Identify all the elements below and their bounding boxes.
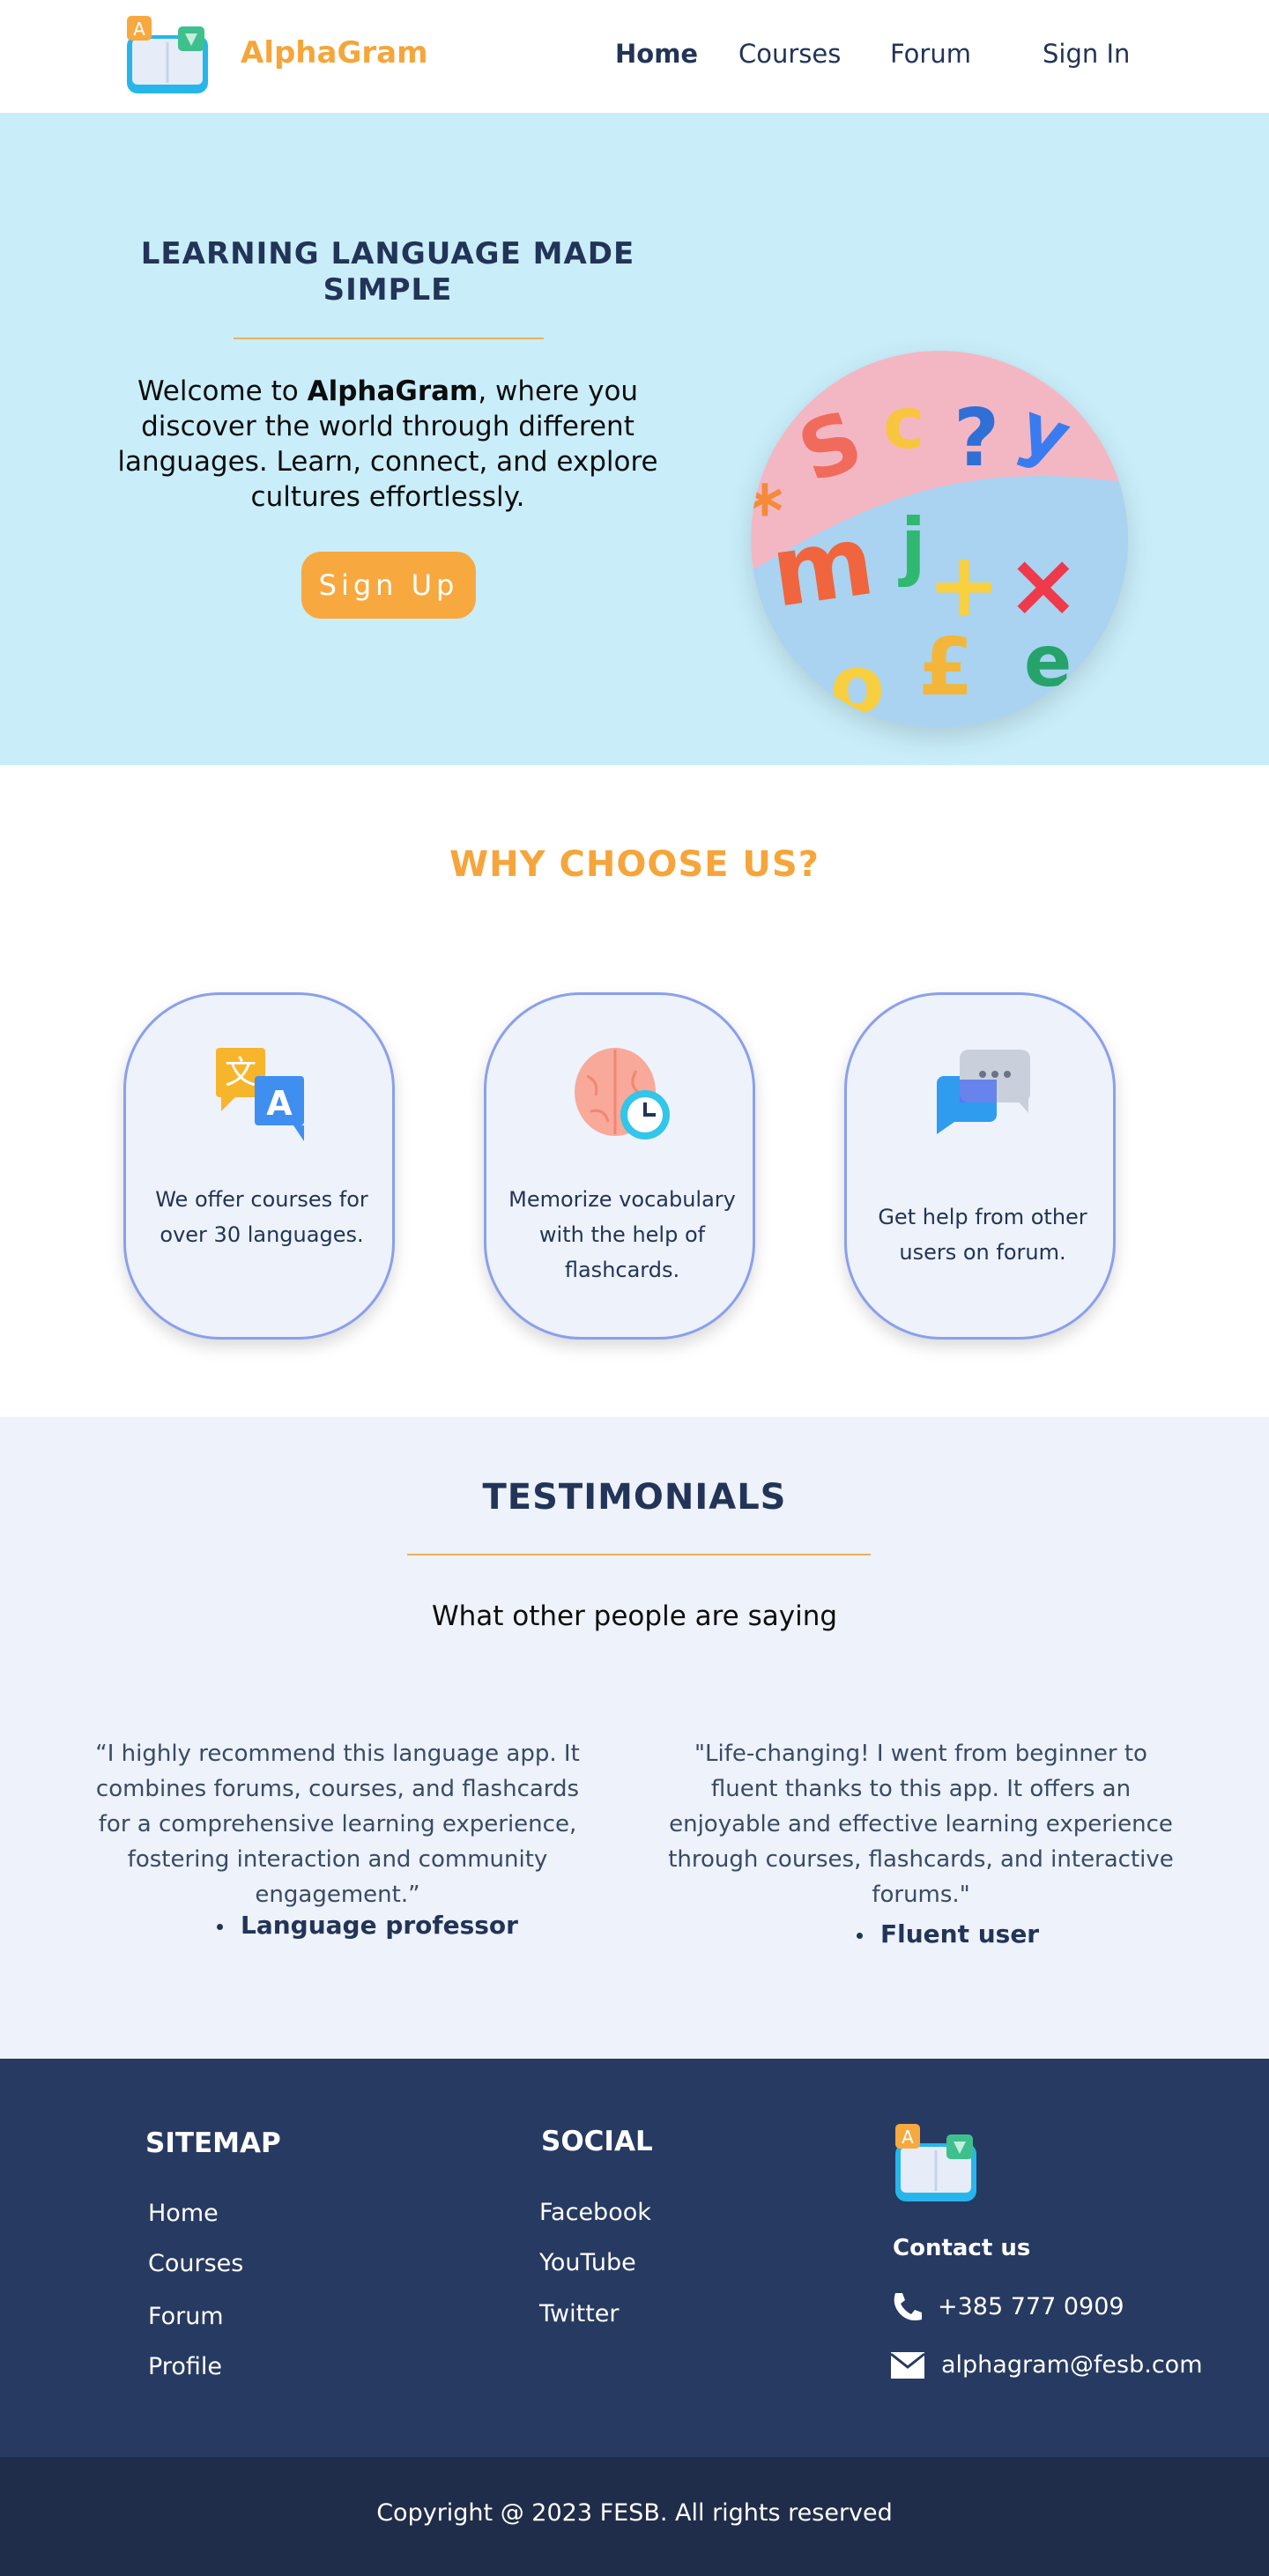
contact-email[interactable]: alphagram@fesb.com — [941, 2351, 1203, 2379]
footer-link-forum[interactable]: Forum — [148, 2303, 224, 2330]
alphagram-logo-icon: A — [895, 2124, 976, 2201]
brain-clock-icon — [575, 1048, 670, 1140]
testimonial-author: Fluent user — [857, 1919, 1039, 1949]
hero-letters-image: S c ? y m j + × £ o e * — [751, 351, 1128, 728]
copyright-text: Copyright @ 2023 FESB. All rights reserv… — [376, 2499, 893, 2527]
hero-title: LEARNING LANGUAGE MADE SIMPLE — [140, 236, 635, 308]
contact-phone[interactable]: +385 777 0909 — [938, 2293, 1124, 2320]
feature-card-text: We offer courses for over 30 languages. — [155, 1187, 368, 1247]
svg-text:£: £ — [918, 621, 974, 714]
svg-text:A: A — [133, 19, 145, 40]
footer-link-twitter[interactable]: Twitter — [539, 2300, 620, 2327]
footer-link-courses[interactable]: Courses — [148, 2250, 243, 2277]
feature-card-text: Memorize vocabulary with the help of fla… — [508, 1187, 736, 1282]
footer-link-home[interactable]: Home — [148, 2200, 219, 2227]
svg-text:文: 文 — [225, 1055, 256, 1091]
why-title: WHY CHOOSE US? — [449, 844, 820, 885]
translate-icon: 文 A — [216, 1048, 304, 1141]
svg-text:*: * — [751, 471, 783, 553]
footer-link-profile[interactable]: Profile — [148, 2353, 222, 2380]
chat-icon — [937, 1050, 1030, 1134]
why-choose-us-section: WHY CHOOSE US? 文 A We offer courses for … — [0, 765, 1269, 1417]
copyright-bar: Copyright @ 2023 FESB. All rights reserv… — [0, 2457, 1269, 2576]
feature-card-text: Get help from other users on forum. — [878, 1205, 1087, 1265]
hero-section: LEARNING LANGUAGE MADE SIMPLE Welcome to… — [0, 113, 1269, 765]
testimonial-author: Language professor — [217, 1911, 518, 1940]
hero-text: Welcome to AlphaGram, where you discover… — [115, 374, 661, 515]
footer: SITEMAP Home Courses Forum Profile SOCIA… — [0, 2059, 1269, 2457]
mail-icon — [890, 2352, 925, 2379]
contact-heading: Contact us — [893, 2235, 1031, 2261]
testimonials-title: TESTIMONIALS — [482, 1477, 787, 1518]
testimonial-author-name: Fluent user — [880, 1919, 1040, 1949]
svg-text:A: A — [266, 1084, 293, 1123]
nav-forum-link[interactable]: Forum — [890, 39, 971, 69]
testimonials-divider — [407, 1554, 871, 1555]
footer-link-youtube[interactable]: YouTube — [539, 2249, 636, 2276]
testimonial-author-name: Language professor — [241, 1911, 518, 1940]
bullet-icon — [217, 1923, 223, 1930]
testimonial-quote: “I highly recommend this language app. I… — [95, 1741, 580, 1908]
feature-card-flashcards: Memorize vocabulary with the help of fla… — [484, 992, 755, 1340]
svg-text:o: o — [830, 639, 885, 728]
testimonials-subtitle: What other people are saying — [431, 1600, 838, 1632]
nav-courses-link[interactable]: Courses — [738, 39, 841, 69]
hero-text-brand: AlphaGram — [307, 375, 479, 407]
svg-text:j: j — [898, 502, 926, 589]
nav-sign-in-link[interactable]: Sign In — [1043, 39, 1130, 69]
footer-link-facebook[interactable]: Facebook — [539, 2199, 651, 2226]
svg-text:?: ? — [954, 392, 999, 485]
social-heading: SOCIAL — [541, 2126, 653, 2157]
nav-home-link[interactable]: Home — [615, 39, 698, 69]
feature-card-forum: Get help from other users on forum. — [844, 992, 1116, 1340]
feature-card-languages: 文 A We offer courses for over 30 languag… — [123, 992, 395, 1340]
hero-divider — [234, 338, 544, 339]
svg-text:c: c — [883, 382, 924, 464]
sitemap-heading: SITEMAP — [145, 2127, 281, 2159]
top-nav: A AlphaGram Home Courses Forum Sign In — [0, 0, 1269, 113]
sign-up-button[interactable]: Sign Up — [301, 552, 476, 619]
testimonials-section: TESTIMONIALS What other people are sayin… — [0, 1417, 1269, 2059]
svg-text:e: e — [1024, 620, 1072, 702]
svg-text:A: A — [902, 2127, 914, 2148]
nav-links: Home Courses Forum Sign In — [0, 39, 1269, 74]
bullet-icon — [857, 1932, 863, 1939]
testimonial-quote: "Life-changing! I went from beginner to … — [668, 1741, 1174, 1908]
hero-text-intro: Welcome to — [137, 375, 308, 407]
phone-icon — [894, 2293, 922, 2320]
